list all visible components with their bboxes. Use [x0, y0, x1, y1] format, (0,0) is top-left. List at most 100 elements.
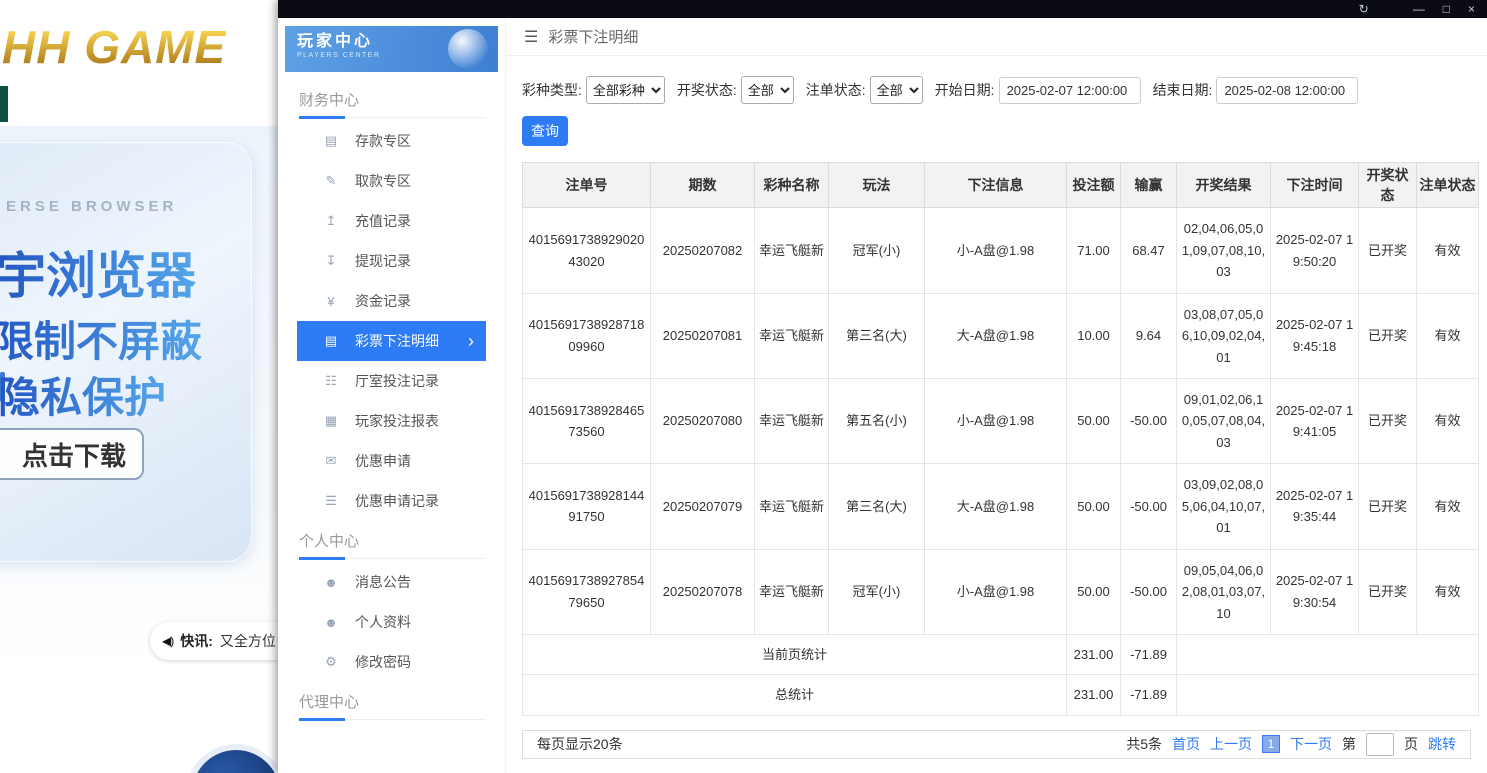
table-cell: 10.00	[1066, 292, 1121, 380]
sidebar-item-lottery-bets[interactable]: ▤ 彩票下注明细 ›	[297, 321, 486, 361]
sidebar-item-label: 提现记录	[355, 253, 411, 269]
sidebar-item-label: 玩家投注报表	[355, 413, 439, 429]
draw-status-label: 开奖状态:	[676, 82, 737, 99]
table-row: 401569173892846573560 20250207080 幸运飞艇新 第五名…	[522, 377, 1479, 465]
jump-button[interactable]: 跳转	[1428, 734, 1456, 754]
sidebar-item-label: 消息公告	[355, 574, 411, 590]
search-button[interactable]: 查询	[522, 116, 568, 147]
table-header-cell: 注单号	[522, 162, 651, 209]
table-cell: 有效	[1416, 548, 1479, 635]
password-icon: ⚙	[325, 654, 337, 669]
table-cell: 03,08,07,05,06,10,09,02,04,01	[1176, 292, 1271, 380]
sidebar-item-profile[interactable]: ☻ 个人资料	[297, 602, 486, 642]
sidebar-item-label: 取款专区	[355, 173, 411, 189]
sidebar-item-report[interactable]: ▦ 玩家投注报表	[297, 401, 486, 441]
summary-cell	[1176, 674, 1479, 716]
sidebar-item-password[interactable]: ⚙ 修改密码	[297, 642, 486, 682]
summary-row: 总统计 231.00 -71.89	[522, 674, 1479, 716]
table-cell: 68.47	[1120, 207, 1177, 294]
sidebar-item-label: 修改密码	[355, 654, 411, 670]
sidebar-item-announcement[interactable]: ☻ 消息公告	[297, 562, 486, 602]
section-heading-underline	[299, 116, 345, 119]
sidebar-item-hall-bets[interactable]: ☷ 厅室投注记录	[297, 361, 486, 401]
sidebar-item-funds[interactable]: ¥ 资金记录	[297, 281, 486, 321]
page-jump-input[interactable]	[1366, 732, 1394, 756]
speaker-icon: ◀)	[162, 634, 174, 648]
table-cell: 50.00	[1066, 548, 1121, 635]
draw-status-select[interactable]: 全部	[740, 76, 794, 105]
sidebar-item-label: 优惠申请	[355, 453, 411, 469]
close-icon[interactable]: ×	[1468, 0, 1475, 18]
lottery-bets-icon: ▤	[324, 333, 338, 348]
table-cell: 20250207079	[650, 463, 755, 550]
summary-cell: 231.00	[1066, 633, 1121, 676]
sidebar-item-recharge[interactable]: ↥ 充值记录	[297, 201, 486, 241]
table-cell: 03,09,02,08,05,06,04,10,07,01	[1176, 463, 1271, 550]
table-header-cell: 投注额	[1066, 162, 1121, 209]
download-button[interactable]: 点击下载	[0, 428, 144, 480]
table-cell: -50.00	[1120, 548, 1177, 635]
next-page-link[interactable]: 下一页	[1290, 734, 1332, 754]
main-content: ☰ 彩票下注明细 彩种类型: 全部彩种 开奖状态: 全部 注单状态: 全部 开始…	[506, 18, 1487, 773]
page-size-label: 每页显示20条	[537, 736, 623, 753]
recharge-icon: ↥	[325, 213, 337, 228]
table-header-cell: 开奖结果	[1176, 162, 1271, 209]
sidebar-item-withdrawal[interactable]: ↧ 提现记录	[297, 241, 486, 281]
sidebar-item-promo-apply[interactable]: ✉ 优惠申请	[297, 441, 486, 481]
table-cell: 20250207080	[650, 377, 755, 465]
table-row: 401569173892785479650 20250207078 幸运飞艇新 冠军(…	[522, 548, 1479, 635]
table-cell: 幸运飞艇新	[754, 377, 829, 465]
table-cell: 小-A盘@1.98	[924, 377, 1067, 465]
table-cell: 有效	[1416, 463, 1479, 550]
sidebar-item-withdraw[interactable]: ✎ 取款专区	[297, 161, 486, 201]
sidebar-menu: 财务中心 ▤ 存款专区 ✎ 取款专区 ↥ 充值记录 ↧ 提现记录 ¥ 资金记录 ▤ 彩票下注明细 › ☷ 厅室…	[285, 80, 498, 721]
table-cell: 小-A盘@1.98	[924, 548, 1067, 635]
summary-row: 当前页统计 231.00 -71.89	[522, 633, 1479, 676]
start-date-input[interactable]	[998, 76, 1141, 104]
lottery-type-select[interactable]: 全部彩种	[585, 76, 665, 105]
end-date-label: 结束日期:	[1152, 82, 1213, 99]
table-row: 401569173892902043020 20250207082 幸运飞艇新 冠军(…	[522, 207, 1479, 294]
table-cell: 50.00	[1066, 377, 1121, 465]
table-cell: 20250207078	[650, 548, 755, 635]
sidebar-item-deposit[interactable]: ▤ 存款专区	[297, 121, 486, 161]
table-cell: 9.64	[1120, 292, 1177, 380]
pagination-controls: 共5条 首页 上一页 1 下一页 第 页 跳转	[1126, 732, 1456, 756]
table-cell: 09,01,02,06,10,05,07,08,04,03	[1176, 377, 1271, 465]
promo-records-icon: ☰	[325, 493, 337, 508]
current-page-button[interactable]: 1	[1262, 735, 1280, 754]
minimize-icon[interactable]: —	[1413, 0, 1425, 18]
order-status-select[interactable]: 全部	[869, 76, 923, 105]
summary-cell: 231.00	[1066, 674, 1121, 716]
section-heading-underline	[299, 557, 345, 560]
table-header-cell: 输赢	[1120, 162, 1177, 209]
pagination-bar: 每页显示20条 共5条 首页 上一页 1 下一页 第 页 跳转	[522, 729, 1471, 759]
sidebar-section-heading: 代理中心	[297, 682, 486, 721]
table-cell: 有效	[1416, 207, 1479, 294]
table-cell: 401569173892871809960	[522, 292, 651, 380]
report-icon: ▦	[324, 413, 338, 428]
summary-cell	[1176, 633, 1479, 676]
sidebar-item-promo-records[interactable]: ☰ 优惠申请记录	[297, 481, 486, 521]
site-logo: HH GAME	[2, 21, 227, 73]
first-page-link[interactable]: 首页	[1172, 734, 1200, 754]
withdraw-icon: ✎	[325, 173, 337, 188]
maximize-icon[interactable]: □	[1443, 0, 1450, 18]
table-cell: 幸运飞艇新	[754, 548, 829, 635]
hamburger-icon[interactable]: ☰	[524, 27, 538, 47]
lottery-type-label: 彩种类型:	[522, 82, 582, 99]
sidebar: 玩家中心 PLAYERS CENTER 财务中心 ▤ 存款专区 ✎ 取款专区 ↥ 充值记录 ↧…	[278, 18, 506, 773]
table-cell: 幸运飞艇新	[754, 463, 829, 550]
prev-page-link[interactable]: 上一页	[1210, 734, 1252, 754]
refresh-icon[interactable]: ↻	[1359, 0, 1369, 18]
sidebar-section-heading: 财务中心	[297, 80, 486, 119]
news-ticker: ◀) 快讯: 又全方位	[150, 622, 278, 660]
table-cell: 401569173892846573560	[522, 377, 651, 465]
summary-cell: 总统计	[522, 674, 1067, 716]
table-cell: 小-A盘@1.98	[924, 207, 1067, 294]
end-date-input[interactable]	[1216, 76, 1359, 104]
table-header-cell: 开奖状态	[1358, 162, 1417, 209]
table-cell: 401569173892902043020	[522, 207, 651, 294]
table-cell: 02,04,06,05,01,09,07,08,10,03	[1176, 207, 1271, 294]
table-cell: 第三名(大)	[828, 463, 925, 550]
